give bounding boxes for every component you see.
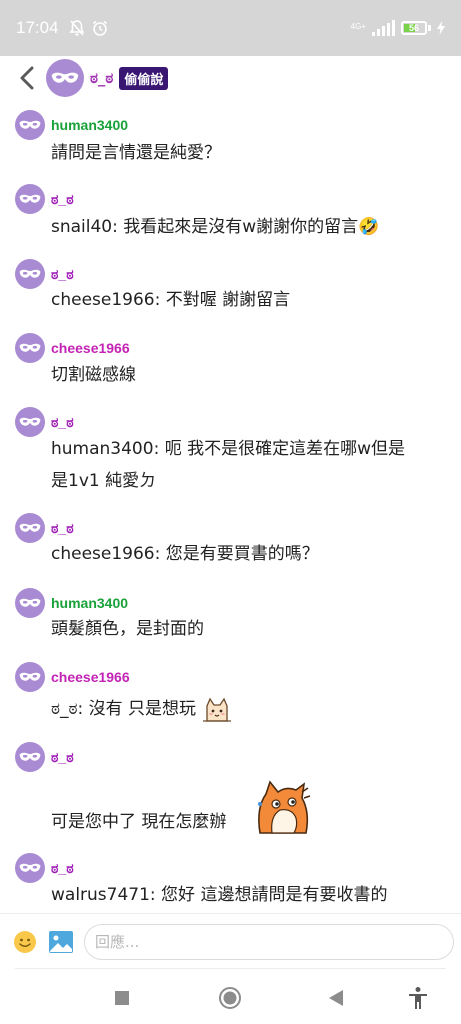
smiley-icon[interactable] [12, 929, 38, 955]
message-text: human3400: 呃 我不是很確定這差在哪w但是 [51, 439, 406, 459]
alarm-icon [92, 20, 107, 36]
status-time: 17:04 [16, 18, 59, 37]
message-author[interactable]: ಠ_ಠ [51, 749, 74, 766]
mask-avatar-icon[interactable] [15, 853, 45, 883]
mask-avatar-icon[interactable] [15, 259, 45, 289]
message-text: 可是您中了 現在怎麼辦 [51, 812, 227, 832]
message-author[interactable]: ಠ_ಠ [51, 266, 74, 283]
chevron-left-icon [20, 66, 34, 90]
message-text: snail40: 我看起來是沒有w謝謝你的留言🤣 [51, 217, 380, 237]
nav-accessibility-button[interactable] [404, 984, 432, 1012]
mask-avatar-icon[interactable] [15, 662, 45, 692]
mask-avatar-icon[interactable] [15, 513, 45, 543]
message-text: 切割磁感線 [51, 365, 136, 385]
mask-avatar-icon[interactable] [15, 110, 45, 140]
message-author[interactable]: ಠ_ಠ [51, 191, 74, 208]
status-icons [68, 19, 109, 37]
signal-icon [372, 20, 395, 36]
back-button[interactable] [10, 58, 44, 98]
divider [15, 968, 446, 969]
nav-recents-button[interactable] [108, 984, 136, 1012]
message-text: 是1v1 純愛ㄉ [51, 471, 157, 491]
mask-avatar-icon[interactable] [15, 742, 45, 772]
chat-header: ಠ_ಠ 偷偷說 [0, 56, 461, 100]
status-bar: 17:04 4G+ 56 [0, 0, 461, 56]
mask-avatar-icon[interactable] [15, 407, 45, 437]
reply-input[interactable] [84, 923, 454, 960]
message-author[interactable]: human3400 [51, 595, 128, 611]
cat-sticker-icon [203, 697, 232, 722]
circle-icon [219, 987, 241, 1009]
reply-composer [0, 913, 461, 969]
mask-avatar-icon[interactable] [15, 333, 45, 363]
battery-percent: 56 [408, 23, 419, 33]
system-nav-bar [0, 970, 461, 1024]
fox-sticker-icon [258, 780, 311, 834]
message-author[interactable]: human3400 [51, 117, 128, 133]
message-text: walrus7471: 您好 這邊想請問是有要收書的 [51, 885, 388, 905]
nav-home-button[interactable] [216, 984, 244, 1012]
message-author[interactable]: cheese1966 [51, 340, 130, 356]
header-name[interactable]: ಠ_ಠ [90, 69, 113, 87]
header-avatar[interactable] [46, 59, 84, 97]
mask-avatar-icon[interactable] [15, 588, 45, 618]
message-text: cheese1966: 您是有要買書的嗎？ [51, 544, 319, 564]
mask-avatar-icon[interactable] [15, 184, 45, 214]
charging-icon [437, 21, 445, 35]
message-author[interactable]: ಠ_ಠ [51, 520, 74, 537]
image-icon[interactable] [48, 930, 74, 954]
status-right: 4G+ 56 [351, 20, 445, 36]
square-icon [115, 991, 129, 1005]
bell-off-icon [68, 20, 85, 36]
message-text: 請問是言情還是純愛？ [51, 143, 221, 163]
battery-icon: 56 [401, 21, 431, 35]
anonymous-badge: 偷偷說 [119, 66, 169, 90]
message-text-row: ಠ_ಠ: 沒有 只是想玩 [51, 695, 233, 724]
message-text: 頭髮顏色，是封面的 [51, 619, 204, 639]
message-author[interactable]: cheese1966 [51, 669, 130, 685]
triangle-left-icon [329, 990, 343, 1006]
nav-back-button[interactable] [322, 984, 350, 1012]
message-text: cheese1966: 不對喔 謝謝留言 [51, 290, 291, 310]
message-text: ಠ_ಠ: 沒有 只是想玩 [51, 699, 197, 719]
accessibility-icon [409, 987, 427, 1009]
message-author[interactable]: ಠ_ಠ [51, 414, 74, 431]
network-type: 4G+ [350, 22, 366, 31]
message-author[interactable]: ಠ_ಠ [51, 860, 74, 877]
